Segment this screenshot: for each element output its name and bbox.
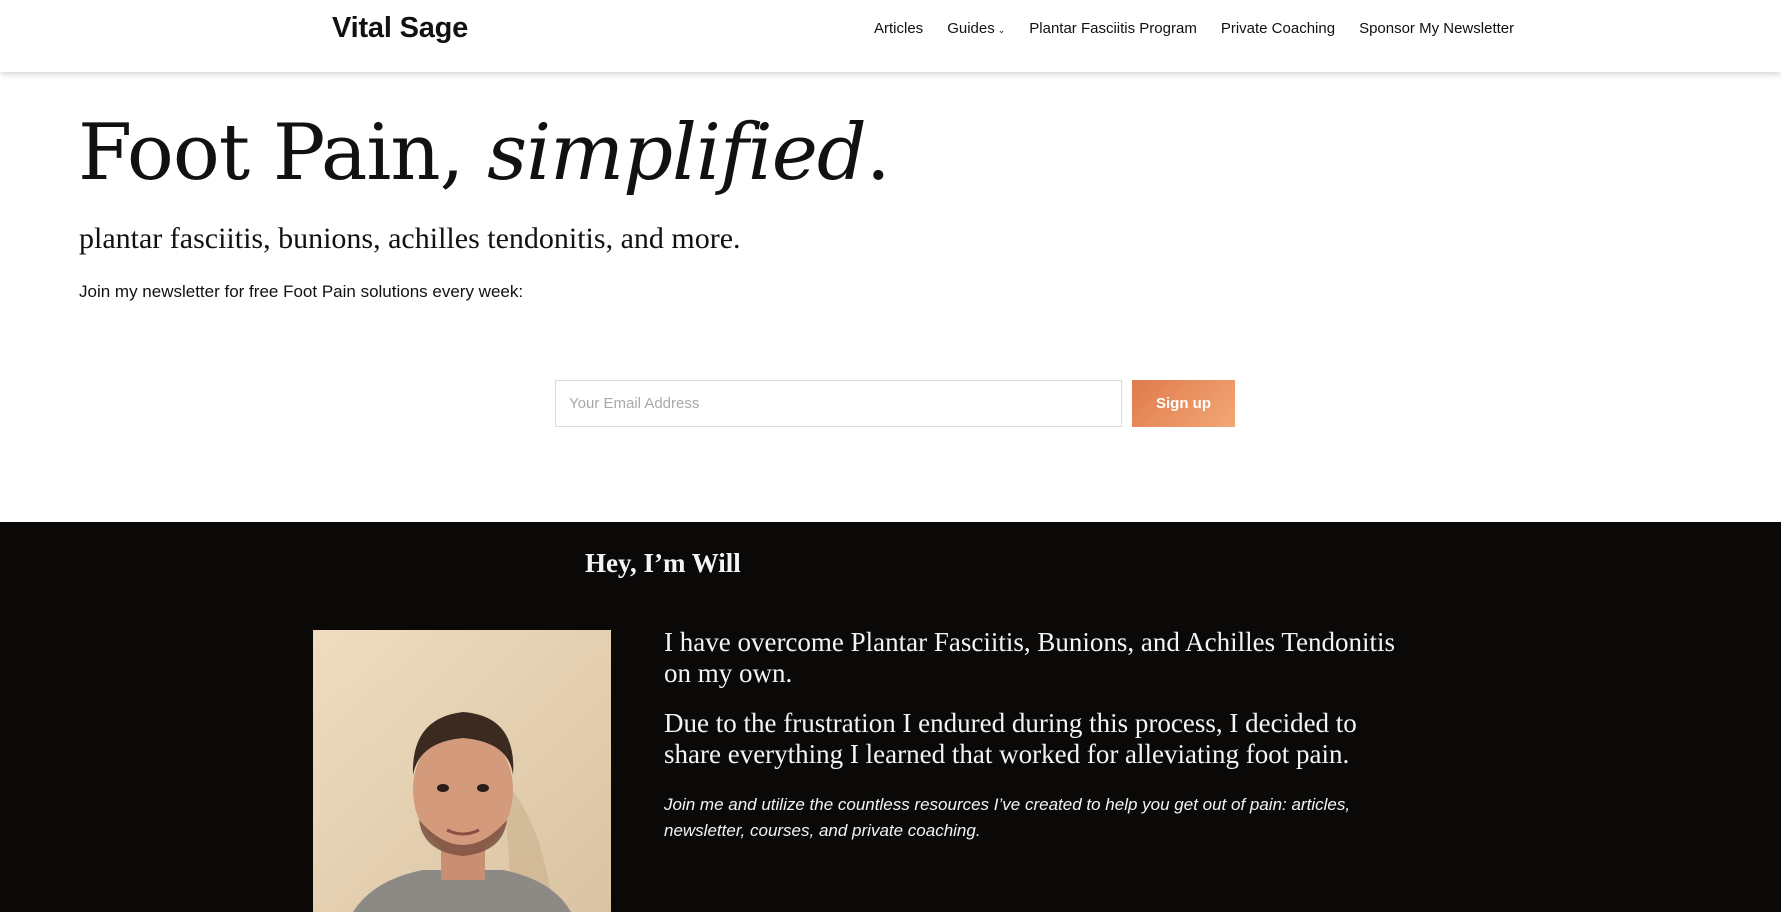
- nav-item-label: Guides: [947, 20, 995, 37]
- hero-title: Foot Pain, simplified.: [78, 108, 891, 198]
- nav-item-label: Plantar Fasciitis Program: [1029, 20, 1197, 37]
- hero-subtitle: plantar fasciitis, bunions, achilles ten…: [79, 222, 741, 255]
- nav-item-label: Articles: [874, 20, 924, 37]
- signup-button[interactable]: Sign up: [1132, 380, 1235, 427]
- nav-item-label: Sponsor My Newsletter: [1359, 20, 1515, 37]
- author-portrait: [313, 630, 611, 912]
- nav-item-label: Private Coaching: [1220, 20, 1336, 37]
- about-paragraph-2: Due to the frustration I endured during …: [664, 708, 1357, 769]
- nav-item-sponsor-newsletter[interactable]: Sponsor My Newsletter: [1359, 20, 1514, 37]
- about-heading: Hey, I’m Will: [585, 548, 741, 578]
- about-paragraph-3: Join me and utilize the countless resour…: [664, 795, 1351, 840]
- email-input[interactable]: [555, 380, 1122, 427]
- hero-title-plain: Foot Pain,: [78, 108, 488, 198]
- nav-item-guides[interactable]: Guides ⌄: [947, 20, 1005, 37]
- site-logo[interactable]: Vital Sage: [332, 12, 468, 45]
- nav-item-private-coaching[interactable]: Private Coaching: [1221, 20, 1335, 37]
- site-header: Vital Sage Articles Guides ⌄ Plantar Fasc…: [0, 0, 1781, 72]
- nav-item-plantar-fasciitis-program[interactable]: Plantar Fasciitis Program: [1029, 20, 1197, 37]
- main-nav: Articles Guides ⌄ Plantar Fasciitis Progr…: [874, 20, 1514, 37]
- about-paragraph-1: I have overcome Plantar Fasciitis, Bunio…: [664, 627, 1395, 688]
- hero-title-end: .: [865, 108, 891, 198]
- hero-title-italic: simplified: [487, 108, 867, 198]
- nav-item-articles[interactable]: Articles: [874, 20, 923, 37]
- chevron-down-icon: ⌄: [997, 24, 1006, 35]
- about-section: Hey, I’m Will I have overcome Plantar Fa…: [0, 522, 1781, 912]
- newsletter-prompt: Join my newsletter for free Foot Pain so…: [79, 282, 524, 301]
